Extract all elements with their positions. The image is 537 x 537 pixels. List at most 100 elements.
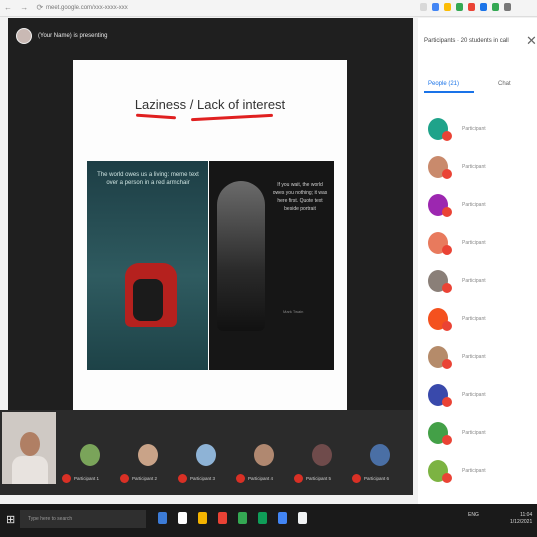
portrait-quote-text: If you wait, the world owes you nothing;… — [272, 182, 328, 212]
participant-row[interactable]: Participant — [428, 308, 534, 334]
self-head — [20, 432, 40, 456]
presenter-label: (Your Name) is presenting — [38, 33, 108, 39]
participant-tile[interactable]: Participant 5 — [294, 444, 350, 484]
red-underline-left — [135, 113, 177, 120]
participant-row[interactable]: Participant — [428, 460, 534, 486]
avatar — [80, 444, 100, 466]
participant-tile[interactable]: Participant 3 — [178, 444, 234, 484]
mic-off-icon — [442, 283, 452, 293]
mic-off-icon — [442, 435, 452, 445]
extension-icon[interactable] — [480, 3, 487, 11]
participant-row[interactable]: Participant — [428, 422, 534, 448]
taskbar-clock[interactable]: 11:04 1/12/2021 — [510, 512, 532, 526]
mic-off-icon — [442, 169, 452, 179]
slide-title-right: Lack of interest — [197, 97, 286, 112]
tile-name: Participant 2 — [132, 476, 158, 481]
taskbar-app-icon[interactable] — [298, 512, 307, 524]
slide-title: Laziness / Lack of interest — [73, 97, 347, 112]
tile-name: Participant 5 — [306, 476, 332, 481]
system-tray: ENG 11:04 1/12/2021 — [468, 512, 532, 525]
mic-off-icon — [442, 473, 452, 483]
slide-title-left: Laziness — [134, 97, 187, 112]
participant-name: Participant — [462, 240, 486, 246]
taskbar-app-icon[interactable] — [158, 512, 167, 524]
participant-row[interactable]: Participant — [428, 232, 534, 258]
participant-name: Participant — [462, 430, 486, 436]
extension-icon[interactable] — [444, 3, 451, 11]
person-in-chair — [133, 279, 163, 321]
taskbar-app-icon[interactable] — [178, 512, 187, 524]
presenter-avatar — [16, 28, 32, 44]
participant-tile[interactable]: Participant 1 — [62, 444, 118, 484]
participant-name: Participant — [462, 354, 486, 360]
taskbar-app-icon[interactable] — [278, 512, 287, 524]
close-icon[interactable]: ✕ — [526, 33, 537, 49]
taskbar-app-icon[interactable] — [218, 512, 227, 524]
mic-off-icon — [442, 321, 452, 331]
participant-name: Participant — [462, 202, 486, 208]
mic-off-icon — [442, 397, 452, 407]
participant-name: Participant — [462, 164, 486, 170]
participant-tiles-strip: Participant 1 Participant 2 Participant 3 P… — [0, 410, 413, 495]
taskbar-app-icon[interactable] — [258, 512, 267, 524]
tray-language[interactable]: ENG — [468, 512, 479, 518]
avatar — [370, 444, 390, 466]
participant-row[interactable]: Participant — [428, 118, 534, 144]
participant-name: Participant — [462, 126, 486, 132]
extension-icon[interactable] — [420, 3, 427, 11]
avatar — [196, 444, 216, 466]
taskbar-search-box[interactable]: Type here to search — [20, 510, 146, 528]
mic-off-icon — [178, 474, 187, 483]
active-tab-indicator — [424, 91, 474, 93]
self-body — [12, 456, 48, 484]
participant-name: Participant — [462, 392, 486, 398]
tile-name: Participant 6 — [364, 476, 390, 481]
tile-name: Participant 3 — [190, 476, 216, 481]
browser-toolbar: ← → ⟳ meet.google.com/xxx-xxxx-xxx — [0, 0, 537, 17]
tab-chat[interactable]: Chat — [498, 81, 511, 87]
taskbar-app-icon[interactable] — [198, 512, 207, 524]
windows-start-icon[interactable]: ⊞ — [6, 513, 16, 527]
participant-name: Participant — [462, 468, 486, 474]
mic-off-icon — [442, 131, 452, 141]
participant-row[interactable]: Participant — [428, 384, 534, 410]
participant-row[interactable]: Participant — [428, 270, 534, 296]
participant-row[interactable]: Participant — [428, 346, 534, 372]
meeting-stage: (Your Name) is presenting Laziness / Lac… — [8, 18, 413, 415]
mic-off-icon — [442, 359, 452, 369]
participant-tile[interactable]: Participant 4 — [236, 444, 292, 484]
people-panel: Participants · 20 students in call ✕ Peo… — [418, 18, 537, 504]
participant-tile[interactable]: Participant 6 — [352, 444, 408, 484]
extension-icon[interactable] — [468, 3, 475, 11]
extension-icon[interactable] — [492, 3, 499, 11]
participant-tile[interactable]: Participant 2 — [120, 444, 176, 484]
panel-title: Participants · 20 students in call — [424, 38, 509, 44]
participant-name: Participant — [462, 278, 486, 284]
mic-off-icon — [62, 474, 71, 483]
extension-icon[interactable] — [432, 3, 439, 11]
slide-title-separator: / — [189, 97, 194, 112]
tile-name: Participant 4 — [248, 476, 274, 481]
mic-off-icon — [442, 207, 452, 217]
mic-off-icon — [294, 474, 303, 483]
tile-name: Participant 1 — [74, 476, 100, 481]
mic-off-icon — [236, 474, 245, 483]
tab-people[interactable]: People (21) — [428, 81, 459, 87]
windows-taskbar: ⊞ Type here to search ENG 11:04 1/12/202… — [0, 504, 537, 537]
taskbar-app-icon[interactable] — [238, 512, 247, 524]
participant-name: Participant — [462, 316, 486, 322]
participant-row[interactable]: Participant — [428, 156, 534, 182]
participant-row[interactable]: Participant — [428, 194, 534, 220]
portrait-figure — [217, 181, 265, 331]
self-video-tile[interactable] — [2, 412, 56, 484]
browser-nav-buttons[interactable]: ← → ⟳ — [4, 3, 46, 12]
address-bar[interactable]: meet.google.com/xxx-xxxx-xxx — [46, 3, 166, 13]
presenter-banner: (Your Name) is presenting — [16, 28, 107, 44]
mic-off-icon — [120, 474, 129, 483]
mic-off-icon — [352, 474, 361, 483]
portrait-attribution: Mark Twain — [283, 309, 304, 314]
extension-icon[interactable] — [504, 3, 511, 11]
clock-date: 1/12/2021 — [510, 519, 533, 525]
slide-image-portrait: If you wait, the world owes you nothing;… — [209, 161, 334, 370]
extension-icon[interactable] — [456, 3, 463, 11]
